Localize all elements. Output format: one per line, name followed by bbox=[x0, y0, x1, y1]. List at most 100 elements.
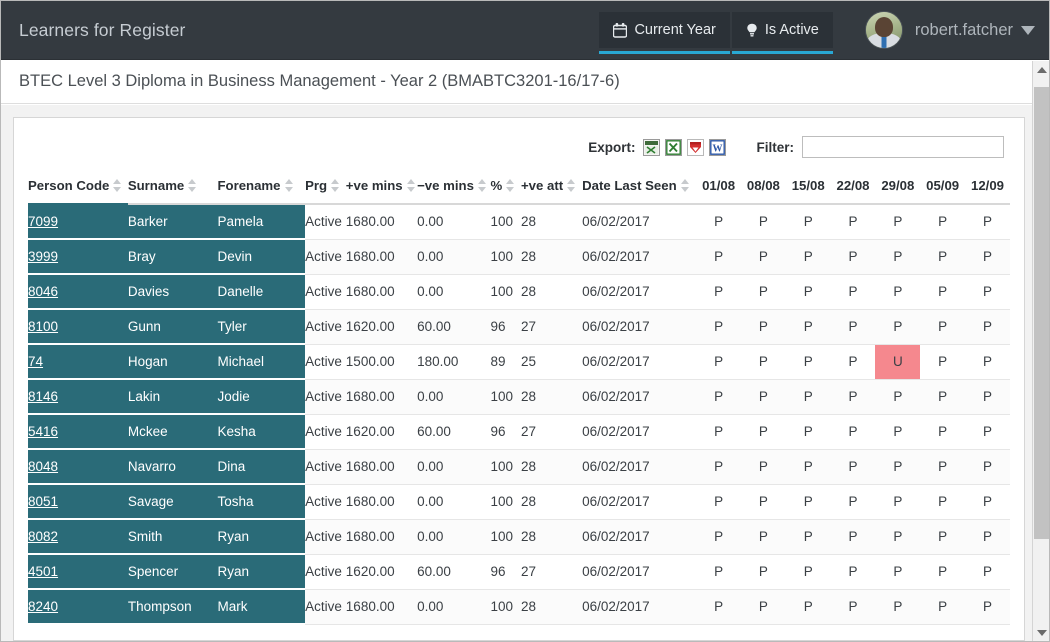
cell-attendance-mark[interactable]: P bbox=[831, 239, 876, 274]
user-menu-button[interactable]: robert.fatcher bbox=[915, 21, 1035, 40]
scrollbar-thumb[interactable] bbox=[1034, 87, 1049, 539]
cell-attendance-mark[interactable]: P bbox=[920, 449, 965, 484]
cell-attendance-mark[interactable]: P bbox=[965, 379, 1010, 414]
cell-attendance-mark[interactable]: P bbox=[965, 414, 1010, 449]
cell-attendance-mark[interactable]: P bbox=[696, 554, 741, 589]
column-header-prg[interactable]: Prg bbox=[305, 172, 346, 204]
cell-attendance-mark[interactable]: P bbox=[875, 519, 920, 554]
cell-person-code[interactable]: 8146 bbox=[28, 379, 128, 414]
person-code-link[interactable]: 8046 bbox=[28, 284, 58, 299]
person-code-link[interactable]: 5416 bbox=[28, 424, 58, 439]
cell-attendance-mark[interactable]: P bbox=[965, 484, 1010, 519]
person-code-link[interactable]: 3999 bbox=[28, 249, 58, 264]
cell-attendance-mark[interactable]: P bbox=[965, 274, 1010, 309]
cell-attendance-mark[interactable]: P bbox=[741, 379, 786, 414]
csv-export-icon[interactable] bbox=[643, 139, 660, 156]
cell-attendance-mark[interactable]: P bbox=[920, 274, 965, 309]
sort-icon[interactable] bbox=[407, 179, 416, 192]
filter-input[interactable] bbox=[802, 136, 1004, 158]
cell-attendance-mark[interactable]: P bbox=[920, 344, 965, 379]
cell-attendance-mark[interactable]: P bbox=[831, 449, 876, 484]
cell-attendance-mark[interactable]: P bbox=[741, 344, 786, 379]
cell-attendance-mark[interactable]: P bbox=[696, 239, 741, 274]
cell-attendance-mark[interactable]: P bbox=[696, 344, 741, 379]
scroll-down-button[interactable] bbox=[1033, 624, 1050, 641]
cell-attendance-mark[interactable]: P bbox=[741, 449, 786, 484]
cell-attendance-mark[interactable]: P bbox=[920, 484, 965, 519]
cell-attendance-mark[interactable]: P bbox=[875, 554, 920, 589]
cell-attendance-mark[interactable]: P bbox=[786, 484, 831, 519]
cell-attendance-mark[interactable]: P bbox=[831, 414, 876, 449]
cell-attendance-mark[interactable]: P bbox=[965, 344, 1010, 379]
cell-attendance-mark[interactable]: P bbox=[831, 484, 876, 519]
cell-attendance-mark[interactable]: P bbox=[786, 414, 831, 449]
cell-attendance-mark[interactable]: P bbox=[831, 589, 876, 624]
cell-attendance-mark[interactable]: P bbox=[875, 274, 920, 309]
cell-attendance-mark[interactable]: P bbox=[875, 309, 920, 344]
cell-attendance-mark[interactable]: P bbox=[965, 239, 1010, 274]
cell-person-code[interactable]: 8048 bbox=[28, 449, 128, 484]
cell-attendance-mark[interactable]: P bbox=[920, 204, 965, 239]
cell-attendance-mark[interactable]: P bbox=[875, 589, 920, 624]
column-header-surname[interactable]: Surname bbox=[128, 172, 218, 204]
column-header-positive-att[interactable]: +ve att bbox=[521, 172, 582, 204]
column-header-negative-mins[interactable]: −ve mins bbox=[417, 172, 490, 204]
cell-attendance-mark[interactable]: P bbox=[696, 309, 741, 344]
cell-person-code[interactable]: 7099 bbox=[28, 204, 128, 239]
column-header-session-7[interactable]: 12/09 bbox=[965, 172, 1010, 204]
column-header-session-1[interactable]: 01/08 bbox=[696, 172, 741, 204]
person-code-link[interactable]: 4501 bbox=[28, 564, 58, 579]
cell-attendance-mark[interactable]: P bbox=[920, 589, 965, 624]
cell-attendance-mark[interactable]: P bbox=[965, 449, 1010, 484]
cell-attendance-mark[interactable]: P bbox=[831, 344, 876, 379]
cell-attendance-mark[interactable]: P bbox=[741, 274, 786, 309]
cell-person-code[interactable]: 5416 bbox=[28, 414, 128, 449]
cell-attendance-mark[interactable]: P bbox=[786, 589, 831, 624]
sort-icon[interactable] bbox=[567, 179, 576, 192]
person-code-link[interactable]: 8100 bbox=[28, 319, 58, 334]
cell-attendance-mark[interactable]: P bbox=[965, 204, 1010, 239]
cell-person-code[interactable]: 8240 bbox=[28, 589, 128, 624]
cell-attendance-mark[interactable]: P bbox=[831, 204, 876, 239]
vertical-scrollbar[interactable] bbox=[1032, 61, 1049, 641]
cell-attendance-mark[interactable]: P bbox=[696, 204, 741, 239]
cell-attendance-mark[interactable]: P bbox=[786, 449, 831, 484]
sort-icon[interactable] bbox=[285, 179, 294, 192]
cell-attendance-mark[interactable]: P bbox=[831, 519, 876, 554]
person-code-link[interactable]: 8082 bbox=[28, 529, 58, 544]
cell-attendance-mark[interactable]: P bbox=[831, 379, 876, 414]
scroll-up-button[interactable] bbox=[1033, 61, 1050, 78]
cell-attendance-mark[interactable]: P bbox=[875, 484, 920, 519]
cell-attendance-mark[interactable]: P bbox=[831, 274, 876, 309]
column-header-session-4[interactable]: 22/08 bbox=[831, 172, 876, 204]
cell-attendance-mark[interactable]: P bbox=[965, 589, 1010, 624]
cell-attendance-mark[interactable]: P bbox=[920, 309, 965, 344]
cell-attendance-mark[interactable]: P bbox=[741, 309, 786, 344]
person-code-link[interactable]: 8051 bbox=[28, 494, 58, 509]
cell-attendance-mark[interactable]: P bbox=[920, 379, 965, 414]
cell-attendance-mark[interactable]: P bbox=[875, 204, 920, 239]
person-code-link[interactable]: 8146 bbox=[28, 389, 58, 404]
cell-attendance-mark[interactable]: P bbox=[696, 414, 741, 449]
column-header-percent[interactable]: % bbox=[490, 172, 521, 204]
column-header-date-last-seen[interactable]: Date Last Seen bbox=[582, 172, 696, 204]
current-year-filter-button[interactable]: Current Year bbox=[599, 12, 729, 48]
cell-person-code[interactable]: 8046 bbox=[28, 274, 128, 309]
cell-person-code[interactable]: 74 bbox=[28, 344, 128, 379]
column-header-session-5[interactable]: 29/08 bbox=[875, 172, 920, 204]
cell-person-code[interactable]: 8051 bbox=[28, 484, 128, 519]
sort-icon[interactable] bbox=[331, 179, 340, 192]
cell-attendance-mark[interactable]: P bbox=[786, 519, 831, 554]
cell-attendance-mark[interactable]: P bbox=[965, 309, 1010, 344]
cell-attendance-mark[interactable]: P bbox=[741, 589, 786, 624]
cell-attendance-mark[interactable]: P bbox=[786, 344, 831, 379]
cell-attendance-mark[interactable]: P bbox=[786, 239, 831, 274]
cell-attendance-mark[interactable]: P bbox=[920, 414, 965, 449]
column-header-session-6[interactable]: 05/09 bbox=[920, 172, 965, 204]
cell-person-code[interactable]: 8082 bbox=[28, 519, 128, 554]
cell-person-code[interactable]: 8100 bbox=[28, 309, 128, 344]
cell-attendance-mark[interactable]: U bbox=[875, 344, 920, 379]
column-header-session-3[interactable]: 15/08 bbox=[786, 172, 831, 204]
cell-attendance-mark[interactable]: P bbox=[786, 274, 831, 309]
column-header-forename[interactable]: Forename bbox=[217, 172, 305, 204]
